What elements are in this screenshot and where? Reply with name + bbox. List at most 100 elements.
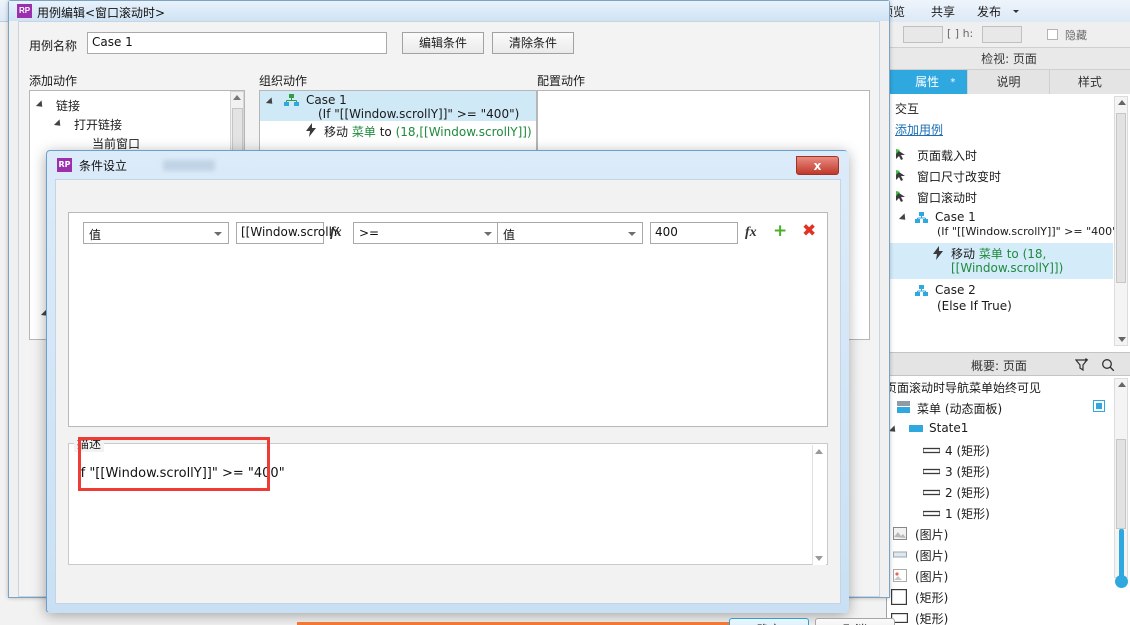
outline-row[interactable]: (图片) xyxy=(887,523,1101,544)
description-scrollbar[interactable] xyxy=(812,445,826,565)
close-icon[interactable]: x xyxy=(796,156,839,175)
tab-properties[interactable]: 属性 * xyxy=(887,70,969,94)
expand-arrow-icon[interactable] xyxy=(35,100,46,110)
lightning-icon xyxy=(933,246,944,263)
outline-row[interactable]: (矩形) xyxy=(887,607,1101,625)
case-label: Case 2 xyxy=(935,283,976,297)
outline-label: State1 xyxy=(929,421,969,435)
right-toolbar: [ ] h: 隐藏 xyxy=(887,22,1130,48)
outline-row[interactable]: 4 (矩形) xyxy=(887,439,1101,460)
interaction-scrollbar[interactable] xyxy=(1114,96,1128,346)
expand-arrow-icon[interactable] xyxy=(898,213,909,223)
dialog-content: 符合 全部 以下条件 清除全部 值 [[Window.scrollY fx xyxy=(55,179,895,625)
event-row-page-load[interactable]: 页面载入时 xyxy=(887,146,1113,163)
left-operand-value: [[Window.scrollY xyxy=(241,225,340,239)
edit-condition-button[interactable]: 编辑条件 xyxy=(402,32,484,54)
fx-right-button[interactable]: fx xyxy=(745,225,757,241)
image-icon xyxy=(893,569,907,585)
case-row-case2[interactable]: Case 2 xyxy=(887,282,1113,299)
outline-row[interactable]: (矩形) xyxy=(887,586,1101,607)
search-icon[interactable] xyxy=(1101,358,1115,375)
add-condition-icon[interactable]: + xyxy=(773,221,787,241)
outline-label: (图片) xyxy=(915,570,949,584)
outline-label: 页面滚动时导航菜单始终可见 xyxy=(885,381,1042,395)
expand-arrow-icon[interactable] xyxy=(888,425,899,435)
action-row-move[interactable]: 移动 菜单 to (18, [[Window.scrollY]]) xyxy=(887,243,1113,279)
scroll-up-arrow-icon[interactable] xyxy=(815,449,823,454)
left-operand-type-select[interactable]: 值 xyxy=(83,222,229,244)
height-field[interactable] xyxy=(982,26,1022,43)
right-operand-type-select[interactable]: 值 xyxy=(497,222,643,244)
width-field[interactable] xyxy=(903,26,943,43)
outline-label: 4 (矩形) xyxy=(945,444,990,458)
tab-properties-label: 属性 xyxy=(915,75,940,89)
scroll-up-arrow-icon[interactable] xyxy=(233,95,241,100)
menu-item-share[interactable]: 共享 xyxy=(931,3,955,20)
outline-scrollbar[interactable] xyxy=(1114,378,1128,588)
tab-style[interactable]: 样式 xyxy=(1049,70,1130,94)
outline-label: 2 (矩形) xyxy=(945,486,990,500)
usecase-name-input[interactable]: Case 1 xyxy=(87,32,387,54)
case-row-case1[interactable]: Case 1 xyxy=(887,209,1113,226)
right-operand-input[interactable]: 400 xyxy=(650,222,738,244)
outline-label: 3 (矩形) xyxy=(945,465,990,479)
remove-condition-icon[interactable]: ✖ xyxy=(802,221,816,241)
expand-arrow-icon[interactable] xyxy=(53,119,64,129)
case-condition-row: (If "[[Window.scrollY]]" >= "400") xyxy=(887,225,1122,242)
outline-row[interactable]: 1 (矩形) xyxy=(887,502,1101,523)
cursor-icon xyxy=(895,148,908,161)
organize-case-label: Case 1 xyxy=(306,93,347,107)
scroll-down-arrow-icon[interactable] xyxy=(815,556,823,561)
add-usecase-link[interactable]: 添加用例 xyxy=(895,121,943,138)
outline-row[interactable]: 菜单 (动态面板) xyxy=(887,397,1105,418)
event-row-window-scroll[interactable]: 窗口滚动时 xyxy=(887,188,1113,205)
action-label-line2: [[Window.scrollY]]) xyxy=(951,261,1064,275)
left-operand-input[interactable]: [[Window.scrollY xyxy=(236,222,339,244)
scroll-up-arrow-icon[interactable] xyxy=(1118,382,1126,387)
scroll-down-arrow-icon[interactable] xyxy=(1118,337,1126,342)
case-condition-label: (Else If True) xyxy=(937,299,1012,313)
fx-left-button[interactable]: fx xyxy=(330,225,342,241)
zoom-slider-knob[interactable] xyxy=(1115,575,1128,588)
rectangle-icon xyxy=(891,589,908,608)
tab-notes-label: 说明 xyxy=(996,75,1021,89)
hide-checkbox[interactable] xyxy=(1047,29,1058,40)
clear-condition-button[interactable]: 清除条件 xyxy=(492,32,574,54)
case-node-icon xyxy=(284,94,299,110)
event-row-window-resize[interactable]: 窗口尺寸改变时 xyxy=(887,167,1113,184)
outline-row[interactable]: (图片) xyxy=(887,565,1101,586)
usecase-name-value: Case 1 xyxy=(92,35,133,49)
outline-row[interactable]: State1 xyxy=(887,418,1101,439)
outline-header: 概要: 页面 xyxy=(887,352,1130,376)
tab-notes[interactable]: 说明 xyxy=(968,70,1050,94)
outline-row[interactable]: 2 (矩形) xyxy=(887,481,1101,502)
rectangle-icon xyxy=(922,443,941,457)
interaction-title: 交互 xyxy=(895,102,920,116)
rectangle-icon xyxy=(922,464,941,478)
ok-button[interactable]: 确定 xyxy=(729,618,809,625)
outline-row[interactable]: 3 (矩形) xyxy=(887,460,1101,481)
menu-item-publish[interactable]: 发布 xyxy=(977,3,1001,20)
filter-icon[interactable] xyxy=(1074,358,1089,375)
scrollbar-thumb[interactable] xyxy=(1116,113,1126,283)
outline-row[interactable]: (图片) xyxy=(887,544,1101,565)
organize-action-row: 移动 菜单 to (18,[[Window.scrollY]]) xyxy=(324,123,532,140)
cancel-button[interactable]: 取消 xyxy=(815,618,895,625)
case-label: Case 1 xyxy=(935,210,976,224)
operator-select[interactable]: >= xyxy=(353,222,499,244)
outline-tree: 页面滚动时导航菜单始终可见 菜单 (动态面板) State1 4 (矩形) 3 … xyxy=(885,376,1130,625)
outline-label: (矩形) xyxy=(915,591,949,605)
organize-move-prefix: 移动 xyxy=(324,125,349,139)
outline-label: (图片) xyxy=(915,549,949,563)
case-node-icon xyxy=(915,285,928,299)
case2-condition-row: (Else If True) xyxy=(887,299,1113,316)
outline-row[interactable]: 页面滚动时导航菜单始终可见 xyxy=(885,376,1101,397)
dynamic-panel-icon xyxy=(897,401,910,416)
case-condition-label: (If "[[Window.scrollY]]" >= "400") xyxy=(937,225,1122,238)
dialog-title-bar[interactable]: RP 条件设立 x xyxy=(53,155,843,177)
chevron-down-icon xyxy=(628,232,636,236)
scroll-up-arrow-icon[interactable] xyxy=(1118,100,1126,105)
scrollbar-thumb[interactable] xyxy=(232,108,243,152)
visibility-toggle[interactable] xyxy=(1093,400,1105,412)
scrollbar-thumb[interactable] xyxy=(1116,439,1126,529)
